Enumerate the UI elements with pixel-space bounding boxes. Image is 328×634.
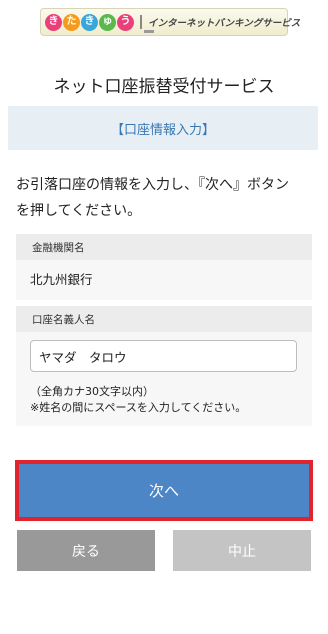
logo-char: う	[117, 13, 134, 31]
instructions: お引落口座の情報を入力し、『次へ』ボタン を押してください。	[16, 172, 314, 224]
computer-icon	[140, 15, 154, 33]
logo-char: ゅ	[99, 13, 116, 31]
next-button-highlight: 次へ	[15, 460, 313, 521]
service-banner: き た き ゅ う インターネットバンキングサービス	[40, 8, 300, 36]
back-button[interactable]: 戻る	[17, 530, 155, 571]
instruction-line: お引落口座の情報を入力し、『次へ』ボタン	[16, 177, 289, 193]
hint-line: ※姓名の間にスペースを入力してください。	[30, 401, 247, 414]
instruction-line: を押してください。	[16, 203, 142, 219]
page-title: ネット口座振替受付サービス	[53, 77, 275, 97]
logo-char: き	[45, 13, 62, 31]
hint-line: （全角カナ30文字以内）	[30, 385, 154, 398]
bank-name-label: 金融機関名	[16, 234, 312, 260]
bank-name-value: 北九州銀行	[30, 272, 93, 287]
cancel-button[interactable]: 中止	[173, 530, 311, 571]
banner-tagline: インターネットバンキングサービス	[148, 18, 301, 29]
account-holder-hint: （全角カナ30文字以内） ※姓名の間にスペースを入力してください。	[30, 384, 310, 416]
kitakyu-logo: き た き ゅ う	[45, 13, 134, 31]
account-holder-label: 口座名義人名	[16, 306, 312, 332]
bank-name-section: 北九州銀行	[16, 260, 312, 300]
next-button[interactable]: 次へ	[19, 464, 309, 517]
section-title: 【口座情報入力】	[8, 106, 318, 150]
logo-char: き	[81, 13, 98, 31]
account-holder-input[interactable]	[30, 340, 297, 372]
logo-char: た	[63, 13, 80, 31]
